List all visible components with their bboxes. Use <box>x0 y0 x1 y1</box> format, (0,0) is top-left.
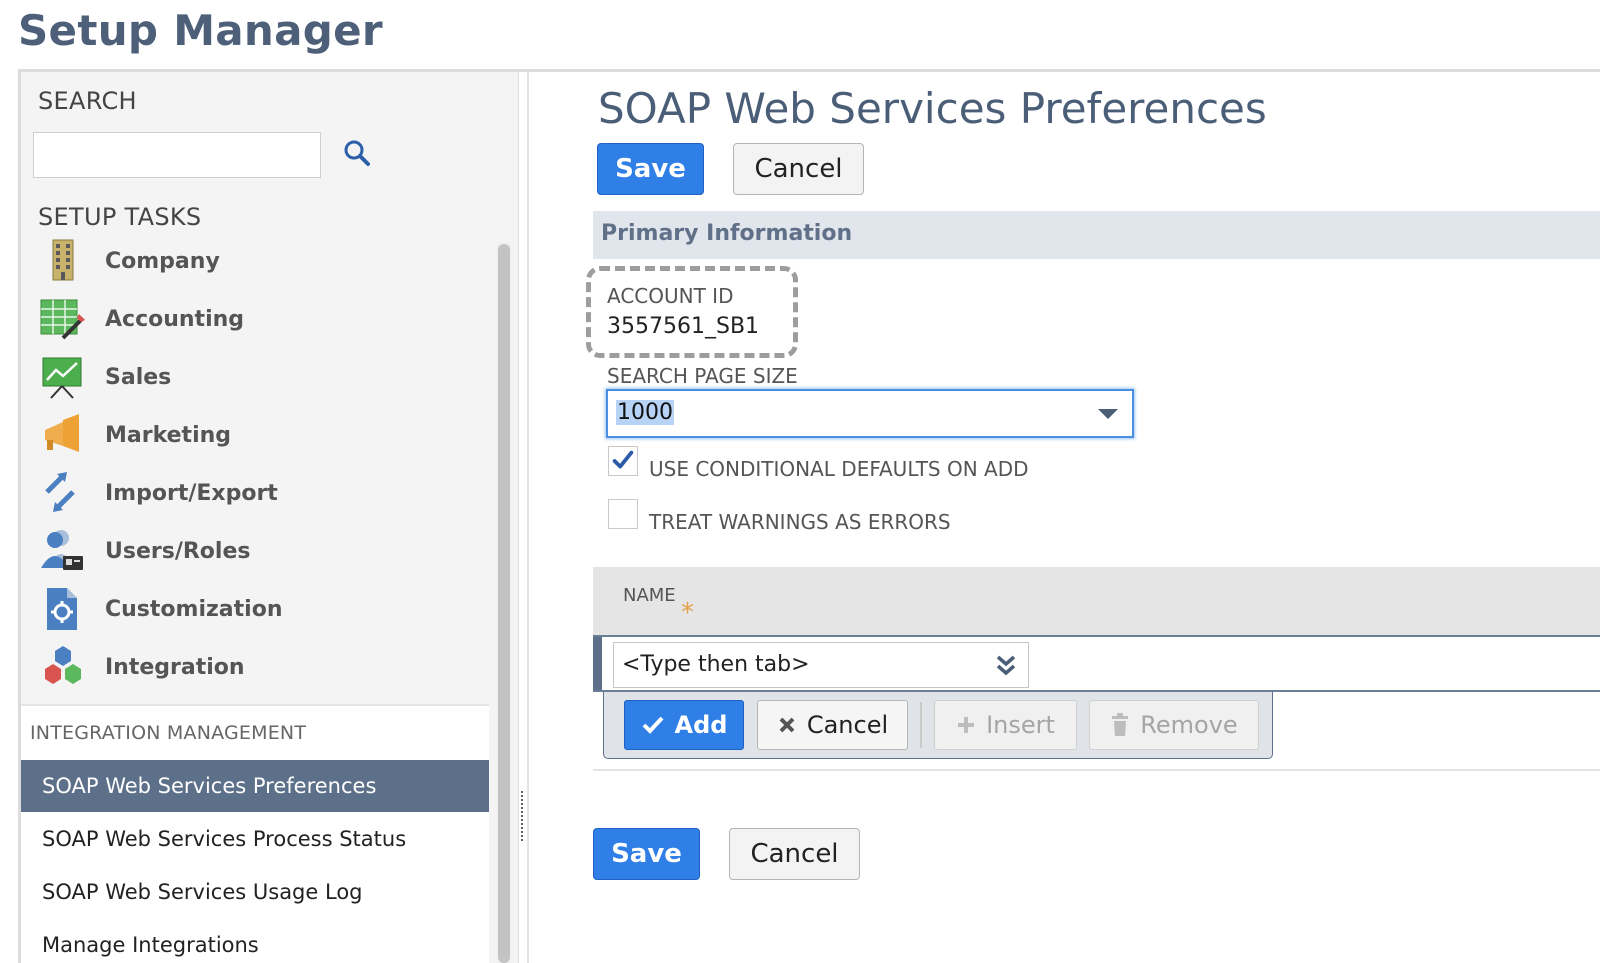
integration-management-panel: INTEGRATION MANAGEMENT SOAP Web Services… <box>21 704 489 963</box>
nav-soap-preferences[interactable]: SOAP Web Services Preferences <box>21 760 489 812</box>
name-input[interactable]: <Type then tab> <box>613 642 1029 688</box>
sidebar-scrollbar[interactable] <box>498 244 510 963</box>
panel-resize-handle[interactable] <box>520 790 524 842</box>
chevron-down-icon <box>1098 409 1118 419</box>
task-accounting[interactable]: Accounting <box>21 290 491 348</box>
search-icon[interactable] <box>341 138 373 170</box>
name-input-placeholder: <Type then tab> <box>622 652 810 677</box>
users-roles-icon <box>41 530 83 570</box>
megaphone-icon <box>45 414 79 452</box>
close-icon <box>779 717 795 733</box>
import-export-arrows-icon <box>45 472 75 512</box>
task-users-roles[interactable]: Users/Roles <box>21 522 491 580</box>
save-button-bottom[interactable]: Save <box>593 828 700 880</box>
cancel-line-button[interactable]: Cancel <box>757 700 908 750</box>
add-label: Add <box>674 711 728 739</box>
page-title: Setup Manager <box>18 6 383 55</box>
account-id-value: 3557561_SB1 <box>607 314 760 339</box>
insert-line-button[interactable]: Insert <box>934 700 1077 750</box>
setup-sidebar: SEARCH SETUP TASKS Company Accounting Sa… <box>21 72 519 963</box>
insert-label: Insert <box>986 711 1055 739</box>
task-label: Marketing <box>105 422 232 448</box>
use-conditional-defaults-label: USE CONDITIONAL DEFAULTS ON ADD <box>649 457 1029 481</box>
account-id-label: ACCOUNT ID <box>607 284 734 308</box>
sublist-header: NAME * <box>593 567 1600 635</box>
section-title: Primary Information <box>601 221 853 246</box>
toolbar-separator <box>920 702 922 748</box>
sublist-edit-row: <Type then tab> <box>593 635 1600 692</box>
customization-gear-icon <box>47 588 77 630</box>
task-label: Customization <box>105 596 283 622</box>
checkmark-icon <box>612 450 634 469</box>
required-star: * <box>681 598 694 628</box>
setup-task-list: Company Accounting Sales Marketing Impor… <box>21 232 491 696</box>
building-icon <box>52 239 74 281</box>
task-label: Accounting <box>105 306 245 332</box>
remove-line-button[interactable]: Remove <box>1089 700 1259 750</box>
sidebar-search-input[interactable] <box>33 132 321 178</box>
primary-information-section: Primary Information <box>593 211 1600 259</box>
nav-soap-process-status[interactable]: SOAP Web Services Process Status <box>21 813 489 865</box>
treat-warnings-as-errors-checkbox[interactable] <box>608 499 638 529</box>
task-label: Integration <box>105 654 245 680</box>
task-sales[interactable]: Sales <box>21 348 491 406</box>
cancel-button-bottom[interactable]: Cancel <box>729 828 860 880</box>
search-heading: SEARCH <box>38 87 137 115</box>
task-marketing[interactable]: Marketing <box>21 406 491 464</box>
remove-label: Remove <box>1140 711 1238 739</box>
panel-divider <box>527 72 529 963</box>
task-label: Company <box>105 248 220 274</box>
task-customization[interactable]: Customization <box>21 580 491 638</box>
form-title: SOAP Web Services Preferences <box>598 84 1267 133</box>
sales-chart-icon <box>42 357 82 399</box>
save-button-top[interactable]: Save <box>597 143 704 195</box>
search-page-size-select[interactable]: 1000 <box>606 389 1134 438</box>
task-import-export[interactable]: Import/Export <box>21 464 491 522</box>
double-chevron-down-icon[interactable] <box>994 653 1018 679</box>
plus-icon <box>958 717 975 733</box>
edit-row-marker <box>593 637 602 690</box>
nav-soap-usage-log[interactable]: SOAP Web Services Usage Log <box>21 866 489 918</box>
task-label: Sales <box>105 364 172 390</box>
task-label: Users/Roles <box>105 538 251 564</box>
task-integration[interactable]: Integration <box>21 638 491 696</box>
search-page-size-value: 1000 <box>616 400 674 425</box>
task-company[interactable]: Company <box>21 232 491 290</box>
add-line-button[interactable]: Add <box>624 700 744 750</box>
integration-sublist: NAME * <Type then tab> Add Cancel Insert… <box>593 567 1600 771</box>
use-conditional-defaults-checkbox[interactable] <box>608 446 638 476</box>
account-id-highlight <box>586 266 798 358</box>
sublist-button-toolbar: Add Cancel Insert Remove <box>603 692 1273 759</box>
check-icon <box>642 716 664 734</box>
trash-icon <box>1112 713 1129 736</box>
integration-management-heading: INTEGRATION MANAGEMENT <box>30 722 307 744</box>
column-header-name[interactable]: NAME <box>623 585 676 606</box>
cancel-line-label: Cancel <box>806 711 889 739</box>
treat-warnings-as-errors-label: TREAT WARNINGS AS ERRORS <box>649 510 951 534</box>
task-label: Import/Export <box>105 480 278 506</box>
cancel-button-top[interactable]: Cancel <box>733 143 864 195</box>
ledger-icon <box>40 299 85 340</box>
setup-tasks-heading: SETUP TASKS <box>38 203 202 231</box>
nav-manage-integrations[interactable]: Manage Integrations <box>21 919 489 963</box>
integration-hexagons-icon <box>45 646 81 684</box>
search-page-size-label: SEARCH PAGE SIZE <box>607 364 798 388</box>
